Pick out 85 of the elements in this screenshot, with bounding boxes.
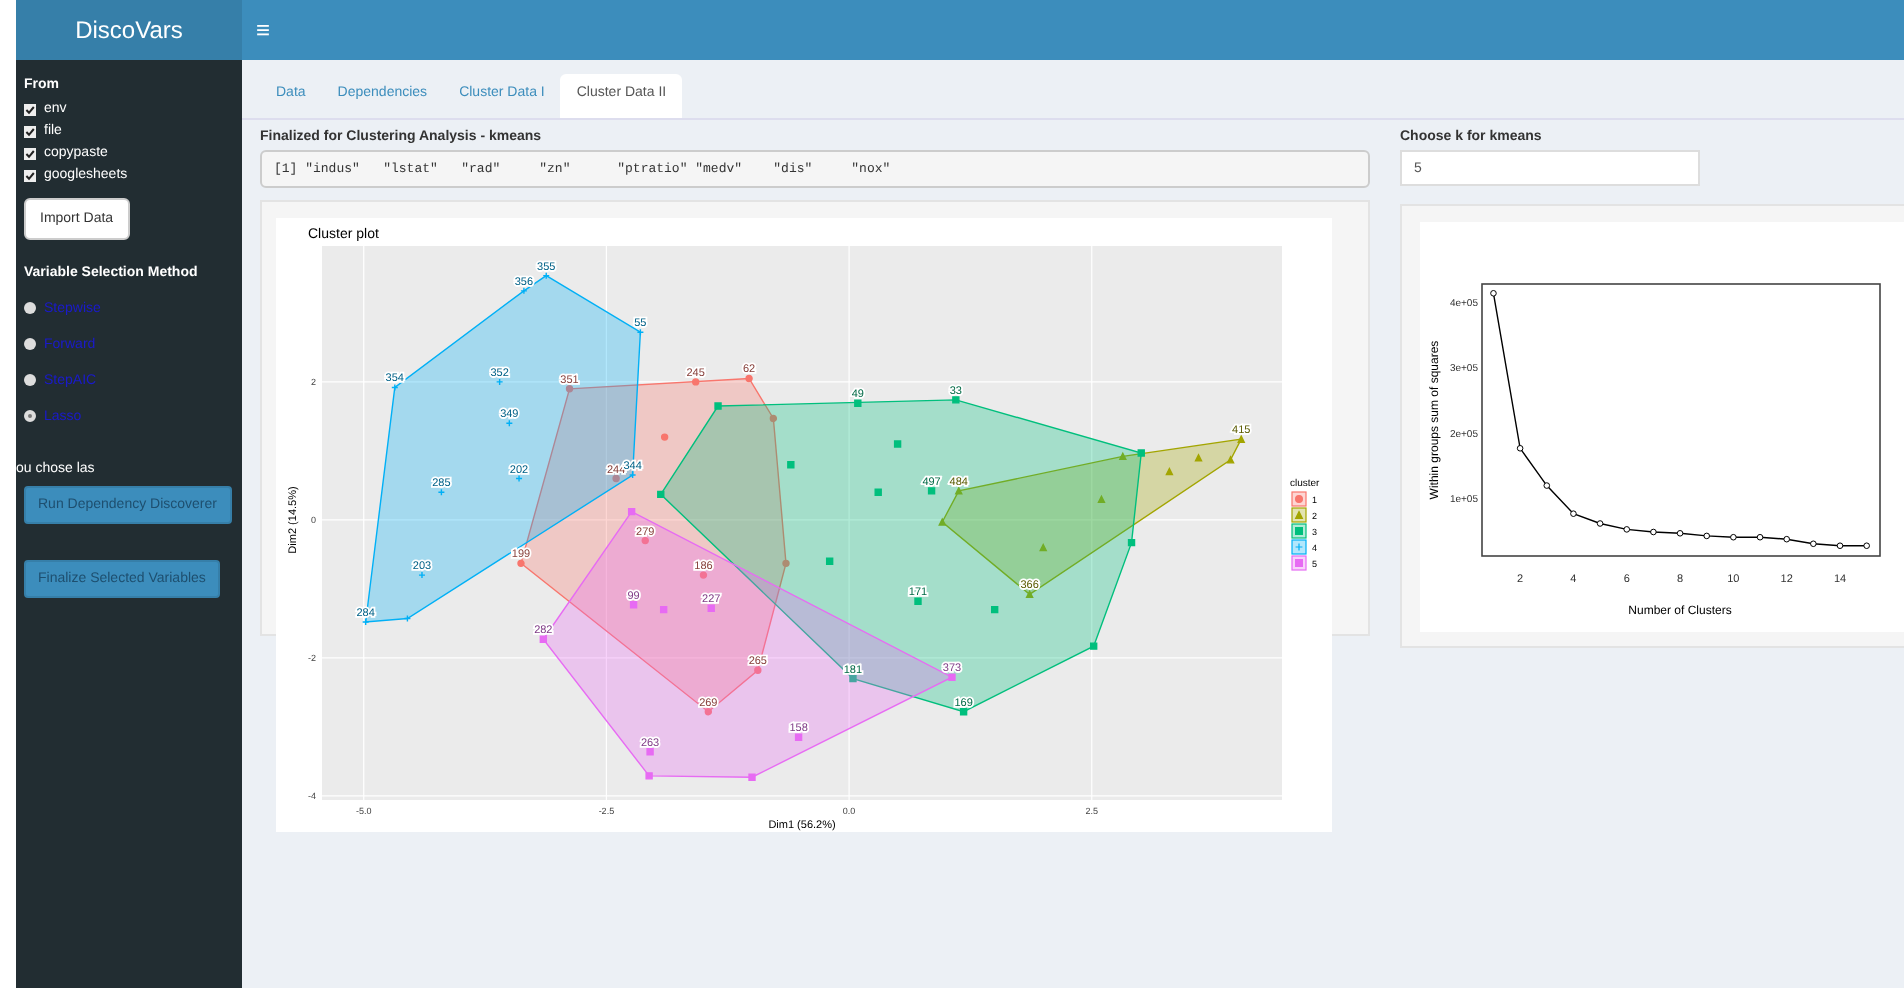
data-point xyxy=(1543,482,1551,489)
data-point xyxy=(403,614,412,623)
data-point xyxy=(542,271,550,280)
radio-button[interactable] xyxy=(24,410,36,422)
data-point xyxy=(1516,445,1524,452)
data-point xyxy=(692,378,700,386)
data-point xyxy=(520,287,528,295)
data-point xyxy=(1118,451,1127,461)
data-point xyxy=(1810,540,1817,548)
data-point xyxy=(1730,533,1737,541)
data-point xyxy=(1623,526,1631,533)
data-point xyxy=(990,605,999,614)
data-point xyxy=(1127,538,1136,547)
data-point xyxy=(495,378,504,386)
data-point xyxy=(517,559,525,568)
data-point xyxy=(1039,542,1048,552)
data-point xyxy=(437,488,446,496)
data-point xyxy=(927,487,936,495)
data-point xyxy=(362,618,370,626)
data-point xyxy=(754,666,762,674)
data-point xyxy=(636,328,645,336)
data-point xyxy=(1137,449,1145,457)
data-point xyxy=(959,708,968,716)
data-point xyxy=(745,374,753,383)
data-point xyxy=(1863,542,1870,550)
data-point xyxy=(657,490,665,499)
data-point xyxy=(1097,494,1106,503)
data-point xyxy=(645,772,653,780)
data-point xyxy=(1570,510,1577,517)
data-point xyxy=(787,461,795,469)
data-point xyxy=(748,773,756,781)
data-point xyxy=(418,571,426,579)
data-point xyxy=(629,601,638,609)
data-point xyxy=(1783,535,1790,543)
data-point xyxy=(874,488,882,496)
data-point xyxy=(1836,542,1844,550)
app-title: DiscoVars xyxy=(16,0,242,60)
data-point xyxy=(1650,528,1657,536)
data-point xyxy=(704,708,713,716)
data-point xyxy=(1676,530,1684,537)
radio-button[interactable] xyxy=(24,374,36,386)
data-point xyxy=(1237,434,1246,443)
checkbox[interactable] xyxy=(24,125,36,137)
data-point xyxy=(1025,589,1034,599)
data-point xyxy=(914,597,922,605)
data-point xyxy=(1226,455,1235,464)
data-point xyxy=(1596,520,1604,527)
data-point xyxy=(1703,532,1710,540)
radio-button[interactable] xyxy=(24,302,36,314)
data-point xyxy=(1165,467,1174,476)
data-point xyxy=(769,414,778,423)
data-point xyxy=(825,557,834,565)
menu-icon[interactable]: ≡ xyxy=(256,16,271,44)
data-point xyxy=(660,433,669,441)
checkbox[interactable] xyxy=(24,147,36,159)
radio-button[interactable] xyxy=(24,338,36,350)
data-point xyxy=(849,674,857,683)
data-point xyxy=(938,517,947,526)
data-point xyxy=(659,605,668,614)
data-point xyxy=(612,474,620,483)
data-point xyxy=(1090,642,1098,650)
data-point xyxy=(714,402,722,410)
data-point xyxy=(565,385,574,393)
data-point xyxy=(954,486,963,495)
data-point xyxy=(893,440,902,448)
data-point xyxy=(707,604,715,612)
data-point xyxy=(794,733,803,741)
checkbox[interactable] xyxy=(24,169,36,181)
data-point xyxy=(646,748,654,756)
data-point xyxy=(641,536,649,545)
checkbox[interactable] xyxy=(24,103,36,115)
data-point xyxy=(628,471,637,479)
data-point xyxy=(1194,453,1203,462)
data-point xyxy=(505,419,514,427)
data-point xyxy=(948,673,956,681)
data-point xyxy=(782,559,790,568)
data-point xyxy=(539,635,547,643)
data-point xyxy=(627,507,636,516)
data-point xyxy=(952,396,960,404)
data-point xyxy=(1490,290,1497,297)
data-point xyxy=(1756,533,1764,541)
data-point xyxy=(854,399,862,407)
data-point xyxy=(699,571,708,579)
data-point xyxy=(391,383,399,392)
data-point xyxy=(515,474,523,483)
